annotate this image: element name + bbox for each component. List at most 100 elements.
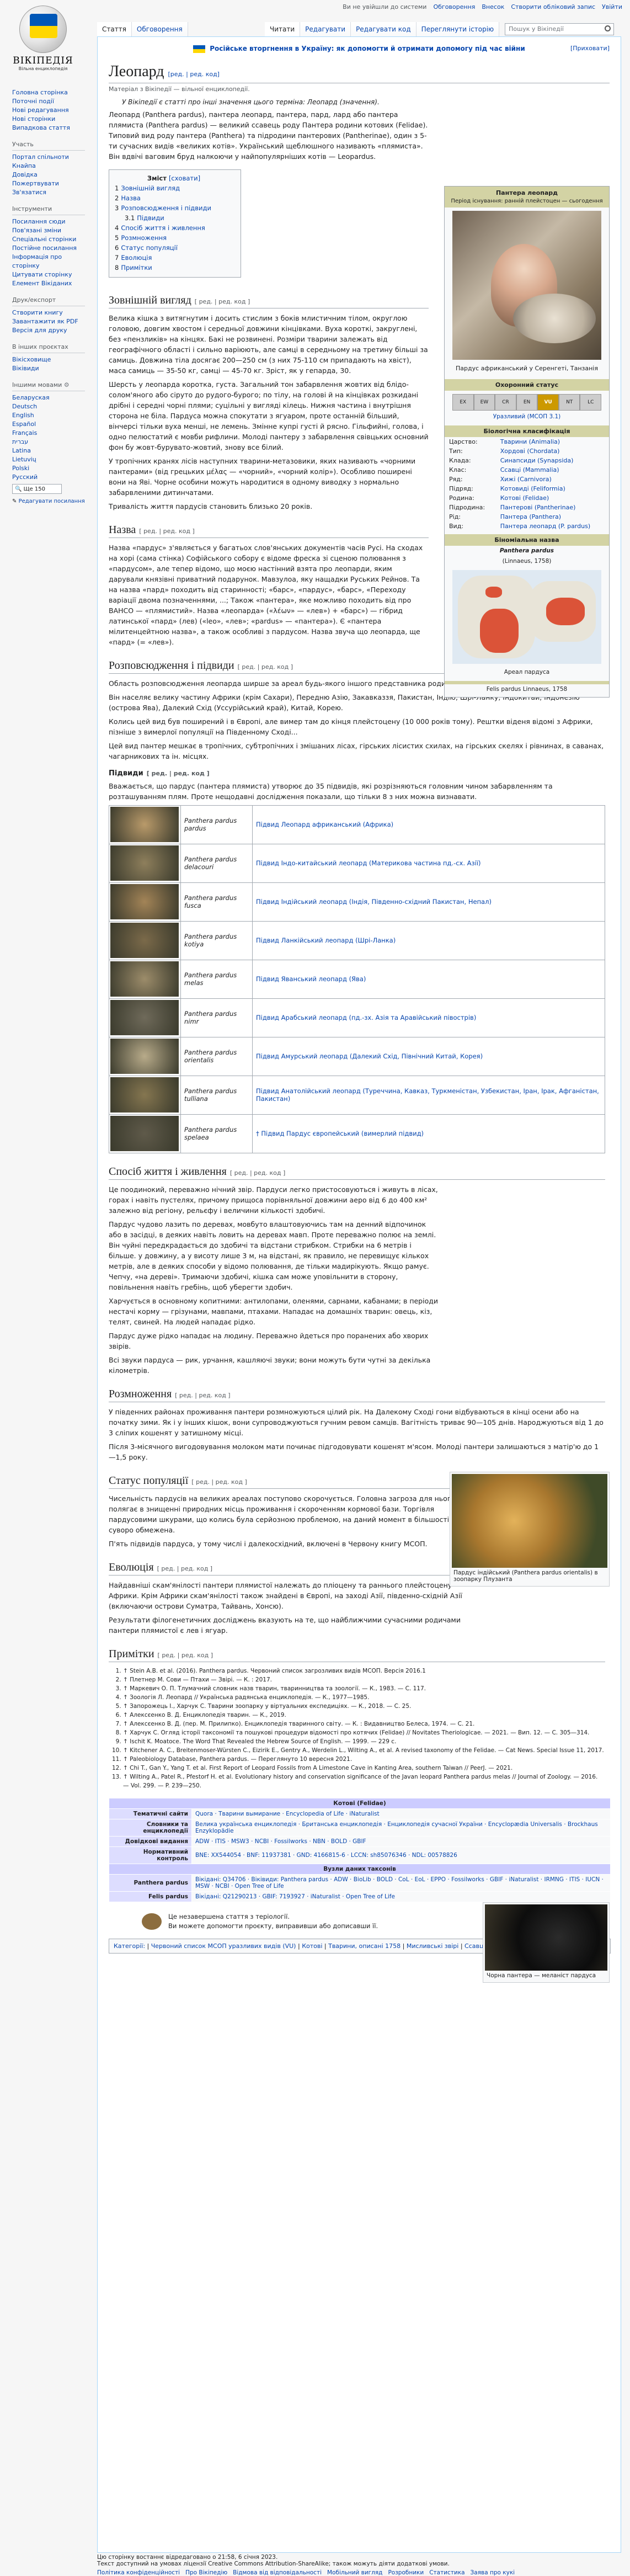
footer-link[interactable]: Статистика [429,2569,465,2576]
tab-edit-code[interactable]: Редагувати код [351,22,417,36]
sidebar-item[interactable]: Нові сторінки [12,115,85,124]
toc-item[interactable]: 2 Назва [115,193,233,203]
toc-link[interactable]: Спосіб життя і живлення [121,224,205,232]
section-edit-link[interactable]: [ ред. | ред. код ] [175,1392,230,1399]
status-code[interactable]: NT [558,394,580,411]
title-edit-links[interactable]: [ред. | ред. код] [168,71,220,78]
section-edit-link[interactable]: [ ред. | ред. код ] [191,1478,247,1486]
notice-hide-link[interactable]: [Приховати] [570,45,610,52]
gear-icon[interactable]: ⚙ [64,381,70,388]
subspecies-name[interactable]: † Підвид Пардус європейський (вимерлий п… [252,1114,605,1153]
black-panther-photo[interactable] [485,1904,607,1971]
leopard-thumbnail[interactable] [110,961,179,997]
section-edit-link[interactable]: [ ред. | ред. код ] [157,1565,212,1572]
footer-link[interactable]: Заява про кукі [471,2569,515,2576]
wikipedia-logo[interactable]: ВІКІПЕДІЯ Вільна енциклопедія [8,6,78,77]
language-link[interactable]: עברית [12,438,85,446]
range-map[interactable] [452,570,601,664]
sidebar-item[interactable]: Портал спільноти [12,153,85,162]
rank-value[interactable]: Котові (Felidae) [496,493,609,503]
search-icon[interactable] [605,25,611,31]
toc-link[interactable]: Примітки [121,264,152,272]
section-edit-link[interactable]: [ ред. | ред. код ] [230,1169,285,1177]
login-link[interactable]: Увійти [602,3,622,10]
sidebar-item[interactable]: Головна сторінка [12,88,85,97]
language-link[interactable]: Русский [12,473,85,482]
section-edit-link[interactable]: [ ред. | ред. код ] [139,528,194,535]
language-link[interactable]: Lietuvių [12,455,85,464]
leopard-thumbnail[interactable] [110,1077,179,1113]
sidebar-item[interactable]: Випадкова стаття [12,124,85,132]
subspecies-name[interactable]: Підвид Індійський леопард (Індія, Півден… [252,882,605,922]
tab-read[interactable]: Читати [265,22,301,36]
rank-value[interactable]: Хордові (Chordata) [496,446,609,456]
leopard-thumbnail[interactable] [110,845,179,881]
sidebar-item[interactable]: Поточні події [12,97,85,106]
status-code[interactable]: VU [537,394,559,411]
leopard-thumbnail[interactable] [110,923,179,958]
footer-link[interactable]: Розробники [388,2569,424,2576]
subspecies-name[interactable]: Підвид Яванський леопард (Ява) [252,959,605,999]
tab-article[interactable]: Стаття [97,22,132,36]
leopard-thumbnail[interactable] [110,807,179,842]
tab-history[interactable]: Переглянути історію [416,22,500,36]
status-code[interactable]: LC [580,394,602,411]
leopard-thumbnail[interactable] [110,1039,179,1074]
talk-link[interactable]: Обговорення [433,3,475,10]
navbox-list[interactable]: Велика українська енциклопедія · Британс… [191,1818,611,1837]
navbox-list[interactable]: Вікідані: Q21290213 · GBIF: 7193927 · iN… [191,1891,611,1902]
sidebar-item[interactable]: Пов'язані зміни [12,226,85,235]
rank-value[interactable]: Котовиді (Feliformia) [496,484,609,493]
toc-item[interactable]: 6 Статус популяції [115,243,233,253]
navbox-list[interactable]: Вікідані: Q34706 · Віківиди: Panthera pa… [191,1874,611,1892]
site-notice-link[interactable]: Російське вторгнення в Україну: як допом… [210,45,525,52]
sidebar-item[interactable]: Створити книгу [12,308,85,317]
contributions-link[interactable]: Внесок [482,3,504,10]
rank-value[interactable]: Пантерові (Pantherinae) [496,503,609,512]
sidebar-item[interactable]: Інформація про сторінку [12,253,85,270]
rank-value[interactable]: Пантера (Panthera) [496,512,609,521]
toc-item[interactable]: 3.1 Підвиди [115,213,233,223]
rank-value[interactable]: Ссавці (Mammalia) [496,465,609,475]
footer-link[interactable]: Відмова від відповідальності [233,2569,322,2576]
leopard-thumbnail[interactable] [110,1116,179,1151]
navbox-list[interactable]: ADW · ITIS · MSW3 · NCBI · Fossilworks ·… [191,1835,611,1847]
section-edit-link[interactable]: [ ред. | ред. код ] [195,298,250,305]
sidebar-item[interactable]: Спеціальні сторінки [12,235,85,244]
toc-item[interactable]: 7 Еволюція [115,253,233,263]
toc-link[interactable]: Назва [121,194,141,202]
toc-link[interactable]: Статус популяції [121,244,178,252]
search-input[interactable]: Пошук у Вікіпедії [505,23,615,35]
status-code[interactable]: CR [495,394,516,411]
sidebar-item[interactable]: Віківиди [12,364,85,373]
sidebar-item[interactable]: Нові редагування [12,106,85,115]
leopard-thumbnail[interactable] [110,884,179,919]
toc-link[interactable]: Розмноження [121,234,167,242]
rank-value[interactable]: Тварини (Animalia) [496,437,609,446]
language-link[interactable]: Deutsch [12,402,85,411]
toc-item[interactable]: 8 Примітки [115,263,233,273]
language-link[interactable]: Беларуская [12,393,85,402]
section-edit-link[interactable]: [ ред. | ред. код ] [158,1652,213,1659]
status-code[interactable]: EN [516,394,538,411]
footer-link[interactable]: Про Вікіпедію [185,2569,227,2576]
toc-item[interactable]: 4 Спосіб життя і живлення [115,223,233,233]
status-code[interactable]: EX [452,394,474,411]
sidebar-item[interactable]: Вікісховище [12,355,85,364]
sidebar-item[interactable]: Завантажити як PDF [12,317,85,326]
footer-link[interactable]: Політика конфіденційності [97,2569,180,2576]
category-link[interactable]: Червоний список МСОП уразливих видів (VU… [151,1942,296,1950]
sidebar-item[interactable]: Цитувати сторінку [12,270,85,279]
language-link[interactable]: Français [12,429,85,438]
sidebar-item[interactable]: Зв'язатися [12,188,85,197]
rank-value[interactable]: Пантера леопард (P. pardus) [496,521,609,531]
sidebar-item[interactable]: Посилання сюди [12,217,85,226]
subspecies-name[interactable]: Підвид Ланкійський леопард (Шрі-Ланка) [252,920,605,960]
toc-link[interactable]: Зовнішній вигляд [121,184,180,192]
category-link[interactable]: Тварини, описані 1758 [328,1942,401,1950]
toc-item[interactable]: 5 Розмноження [115,233,233,243]
tab-discussion[interactable]: Обговорення [131,22,188,36]
status-text[interactable]: Уразливий (МСОП 3.1) [445,412,609,422]
sidebar-item[interactable]: Пожертвувати [12,179,85,188]
leopard-thumbnail[interactable] [110,1000,179,1035]
